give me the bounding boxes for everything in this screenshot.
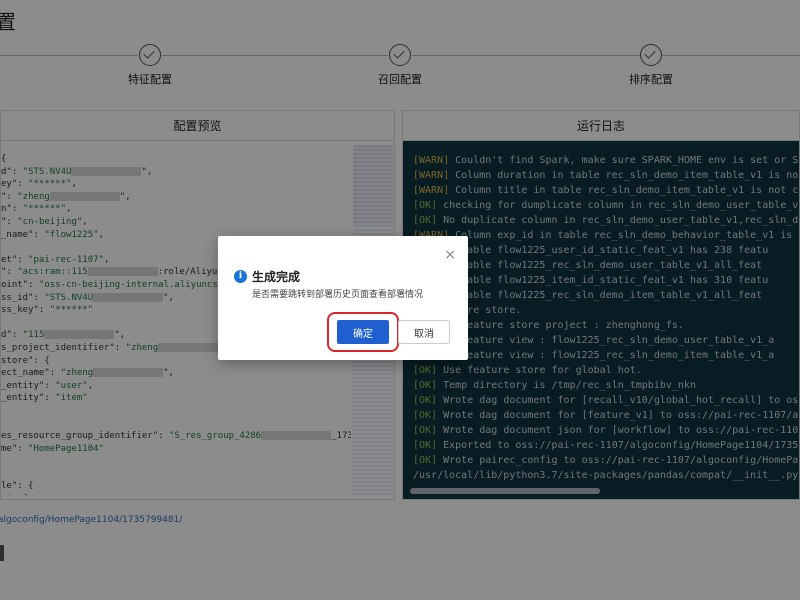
generation-complete-dialog: × i 生成完成 是否需要跳转到部署历史页面查看部署情况 确定 取消 (218, 236, 468, 360)
close-icon[interactable]: × (444, 248, 456, 262)
cancel-button[interactable]: 取消 (398, 320, 450, 344)
confirm-button[interactable]: 确定 (337, 320, 389, 344)
dialog-title: 生成完成 (252, 270, 301, 284)
info-icon: i (234, 270, 247, 283)
dialog-message: 是否需要跳转到部署历史页面查看部署情况 (252, 290, 424, 300)
